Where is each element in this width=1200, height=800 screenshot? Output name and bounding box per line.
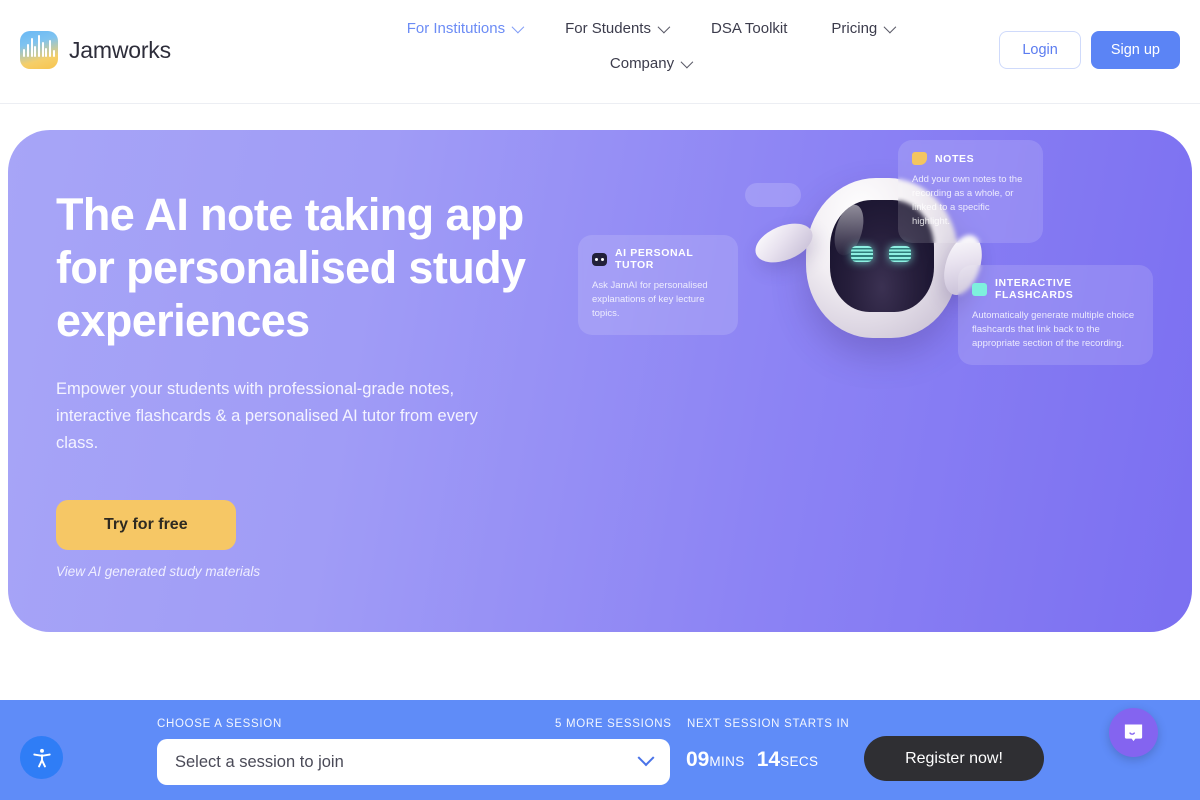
hero-section: The AI note taking app for personalised …	[8, 130, 1192, 632]
accessibility-button[interactable]	[20, 736, 63, 779]
feature-card-interactive-flashcards: INTERACTIVE FLASHCARDS Automatically gen…	[958, 265, 1153, 365]
more-sessions-label[interactable]: 5 MORE SESSIONS	[555, 718, 672, 730]
session-select[interactable]: Select a session to join	[157, 739, 670, 785]
session-select-value: Select a session to join	[175, 752, 344, 771]
card-body: Ask JamAI for personalised explanations …	[592, 280, 708, 319]
hero-subtitle: Empower your students with professional-…	[56, 380, 478, 452]
brand-logo[interactable]: Jamworks	[20, 31, 171, 69]
nav-item-dsa-toolkit[interactable]: DSA Toolkit	[689, 14, 809, 43]
chat-widget-button[interactable]	[1109, 708, 1158, 757]
card-header: NOTES	[912, 152, 1029, 165]
card-body: Automatically generate multiple choice f…	[972, 310, 1135, 349]
card-header: AI PERSONAL TUTOR	[592, 247, 724, 271]
hero-copy: The AI note taking app for personalised …	[56, 188, 576, 579]
signup-button[interactable]: Sign up	[1090, 31, 1180, 69]
flashcard-icon	[972, 282, 987, 296]
nav-label: DSA Toolkit	[710, 20, 788, 37]
main-nav: For Institutions For Students DSA Toolki…	[300, 0, 1000, 78]
site-header: Jamworks For Institutions For Students D…	[0, 0, 1200, 104]
chevron-down-icon	[680, 55, 694, 69]
nav-item-company[interactable]: Company	[588, 49, 712, 78]
nav-label: Pricing	[831, 20, 878, 37]
chevron-down-icon	[657, 20, 671, 34]
accessibility-icon	[32, 748, 51, 767]
hero-illustration: NOTES Add your own notes to the recordin…	[568, 130, 1192, 632]
login-button[interactable]: Login	[999, 31, 1081, 69]
countdown-timer: 09MINS 14SECS	[686, 748, 818, 772]
choose-session-label: CHOOSE A SESSION	[157, 718, 282, 730]
try-for-free-button[interactable]: Try for free	[56, 500, 236, 550]
countdown-minutes: 09	[686, 748, 710, 771]
register-now-button[interactable]: Register now!	[864, 736, 1044, 781]
chevron-down-icon	[883, 20, 897, 34]
brand-name: Jamworks	[69, 36, 171, 63]
countdown-minutes-unit: MINS	[709, 754, 745, 769]
feature-card-notes: NOTES Add your own notes to the recordin…	[898, 140, 1043, 243]
nav-item-pricing[interactable]: Pricing	[809, 14, 915, 43]
nav-item-for-institutions[interactable]: For Institutions	[385, 14, 543, 43]
chevron-down-icon	[511, 20, 525, 34]
robot-eye-left	[851, 246, 873, 262]
nav-label: Company	[609, 55, 675, 72]
card-title: NOTES	[935, 152, 975, 165]
waveform-logo-icon	[20, 31, 58, 69]
feature-card-ai-personal-tutor: AI PERSONAL TUTOR Ask JamAI for personal…	[578, 235, 738, 335]
countdown-seconds: 14	[756, 748, 781, 771]
next-session-label: NEXT SESSION STARTS IN	[687, 718, 850, 730]
sticky-note-icon	[912, 152, 927, 165]
decorative-pill	[745, 183, 801, 207]
countdown-seconds-unit: SECS	[780, 754, 819, 769]
auth-actions: Login Sign up	[999, 31, 1180, 69]
hero-title: The AI note taking app for personalised …	[56, 189, 526, 346]
nav-item-for-students[interactable]: For Students	[543, 14, 689, 43]
card-title: AI PERSONAL TUTOR	[615, 247, 694, 271]
robot-head-icon	[592, 252, 607, 266]
view-study-materials-link[interactable]: View AI generated study materials	[56, 564, 576, 579]
card-title: INTERACTIVE FLASHCARDS	[995, 277, 1074, 301]
robot-eye-right	[889, 246, 911, 262]
nav-label: For Institutions	[406, 20, 506, 37]
chat-bubble-icon	[1124, 724, 1143, 742]
card-header: INTERACTIVE FLASHCARDS	[972, 277, 1139, 301]
chevron-down-icon	[637, 749, 655, 767]
nav-label: For Students	[565, 20, 651, 37]
card-body: Add your own notes to the recording as a…	[912, 174, 1023, 227]
